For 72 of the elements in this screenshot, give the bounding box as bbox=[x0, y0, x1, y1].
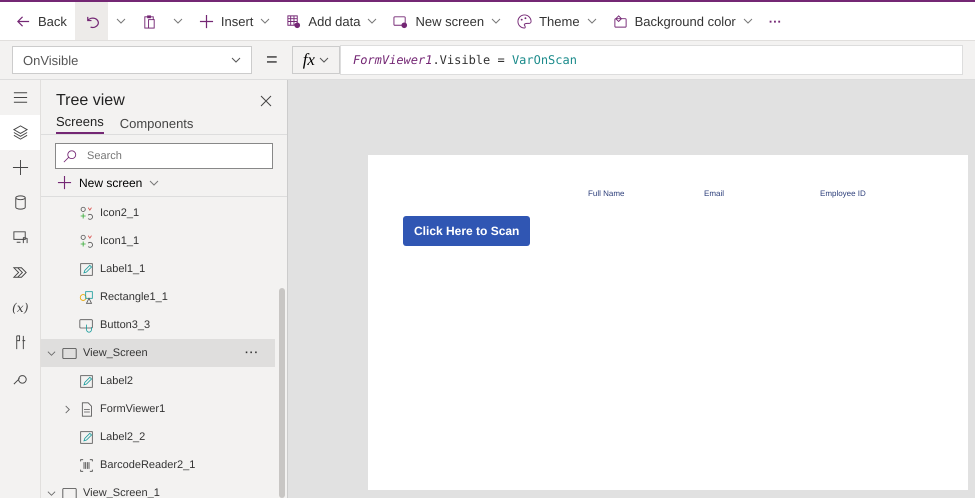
icon-icon bbox=[79, 234, 94, 248]
tree-item[interactable]: Rectangle1_1 bbox=[41, 283, 275, 311]
tree-item[interactable]: Button3_3 bbox=[41, 311, 275, 339]
theme-menu-button[interactable]: Theme bbox=[509, 2, 605, 40]
table-icon bbox=[286, 14, 302, 28]
bg-menu-button[interactable]: Background color bbox=[604, 2, 761, 40]
panel-tab[interactable]: Components bbox=[120, 116, 194, 134]
chevron-icon[interactable] bbox=[47, 348, 56, 358]
palette-icon bbox=[517, 14, 532, 28]
label-icon bbox=[79, 262, 94, 276]
fx-button[interactable]: fx bbox=[292, 46, 340, 74]
chevron-icon[interactable] bbox=[63, 404, 72, 414]
more-button[interactable]: ··· bbox=[760, 2, 790, 40]
media-icon bbox=[12, 229, 28, 246]
equals-sign: = bbox=[266, 48, 278, 72]
caret-icon bbox=[318, 57, 329, 63]
chevron-icon[interactable] bbox=[47, 488, 56, 498]
plus-icon bbox=[57, 175, 72, 190]
layers-icon bbox=[12, 124, 28, 141]
shape-icon bbox=[79, 290, 94, 304]
tree-item[interactable]: View_Screen ··· bbox=[41, 339, 275, 367]
caret-icon bbox=[172, 18, 183, 24]
undo-button[interactable] bbox=[74, 2, 108, 40]
label-icon bbox=[79, 374, 94, 388]
new-screen-button[interactable]: New screen bbox=[41, 169, 287, 197]
back-arrow-icon bbox=[16, 14, 31, 28]
tree-item[interactable]: FormViewer1 bbox=[41, 395, 275, 423]
caret-icon bbox=[116, 18, 126, 24]
tree-item[interactable]: BarcodeReader2_1 bbox=[41, 451, 275, 479]
more-options-button[interactable]: ··· bbox=[245, 347, 259, 359]
back-button[interactable]: Back bbox=[8, 2, 75, 40]
tree-item[interactable]: Icon1_1 bbox=[41, 227, 275, 255]
property-dropdown[interactable]: OnVisible bbox=[12, 46, 252, 74]
caret-icon bbox=[367, 18, 378, 24]
formula-field[interactable]: FormViewer1.Visible = VarOnScan bbox=[340, 45, 963, 75]
icon-icon bbox=[79, 206, 94, 220]
insert-menu-button[interactable]: Insert bbox=[190, 2, 278, 40]
tree-item[interactable]: Icon2_1 bbox=[41, 199, 275, 227]
column-label: Employee ID bbox=[820, 189, 867, 198]
screen-icon bbox=[62, 486, 77, 498]
plus-icon bbox=[198, 14, 214, 28]
screen-icon bbox=[62, 346, 77, 360]
caret-icon bbox=[231, 57, 241, 63]
caret-icon bbox=[260, 18, 270, 24]
tree-item[interactable]: Label1_1 bbox=[41, 255, 275, 283]
paint-bucket-icon bbox=[612, 14, 628, 28]
clipboard-icon bbox=[142, 14, 157, 28]
panel-tab[interactable]: Screens bbox=[56, 114, 104, 134]
screen-menu-button[interactable]: New screen bbox=[385, 2, 510, 40]
tree-item[interactable]: Label2_2 bbox=[41, 423, 275, 451]
caret-icon bbox=[742, 18, 753, 24]
caret-icon bbox=[149, 180, 160, 186]
search-field[interactable]: Search bbox=[55, 143, 273, 169]
data-menu-button[interactable]: Add data bbox=[278, 2, 386, 40]
close-icon[interactable] bbox=[260, 95, 272, 107]
form-icon bbox=[79, 402, 94, 416]
variable-icon: (x) bbox=[12, 299, 28, 316]
layers-rail-button[interactable] bbox=[0, 115, 40, 150]
column-label: Full Name bbox=[588, 189, 626, 198]
caret-icon bbox=[586, 18, 597, 24]
tree-item[interactable]: View_Screen_1 bbox=[41, 479, 275, 498]
tree-item[interactable]: Label2 bbox=[41, 367, 275, 395]
column-label: Email bbox=[704, 189, 726, 198]
button-icon bbox=[79, 318, 94, 332]
plus-icon bbox=[12, 159, 28, 176]
var-rail-button[interactable]: (x) bbox=[0, 290, 40, 325]
screen-icon bbox=[393, 14, 408, 28]
caret-icon bbox=[491, 18, 502, 24]
label-icon bbox=[79, 430, 94, 444]
panel-title: Tree view bbox=[56, 92, 125, 110]
scan-button[interactable]: Click Here to Scan bbox=[403, 216, 530, 246]
barcode-icon bbox=[79, 458, 94, 472]
